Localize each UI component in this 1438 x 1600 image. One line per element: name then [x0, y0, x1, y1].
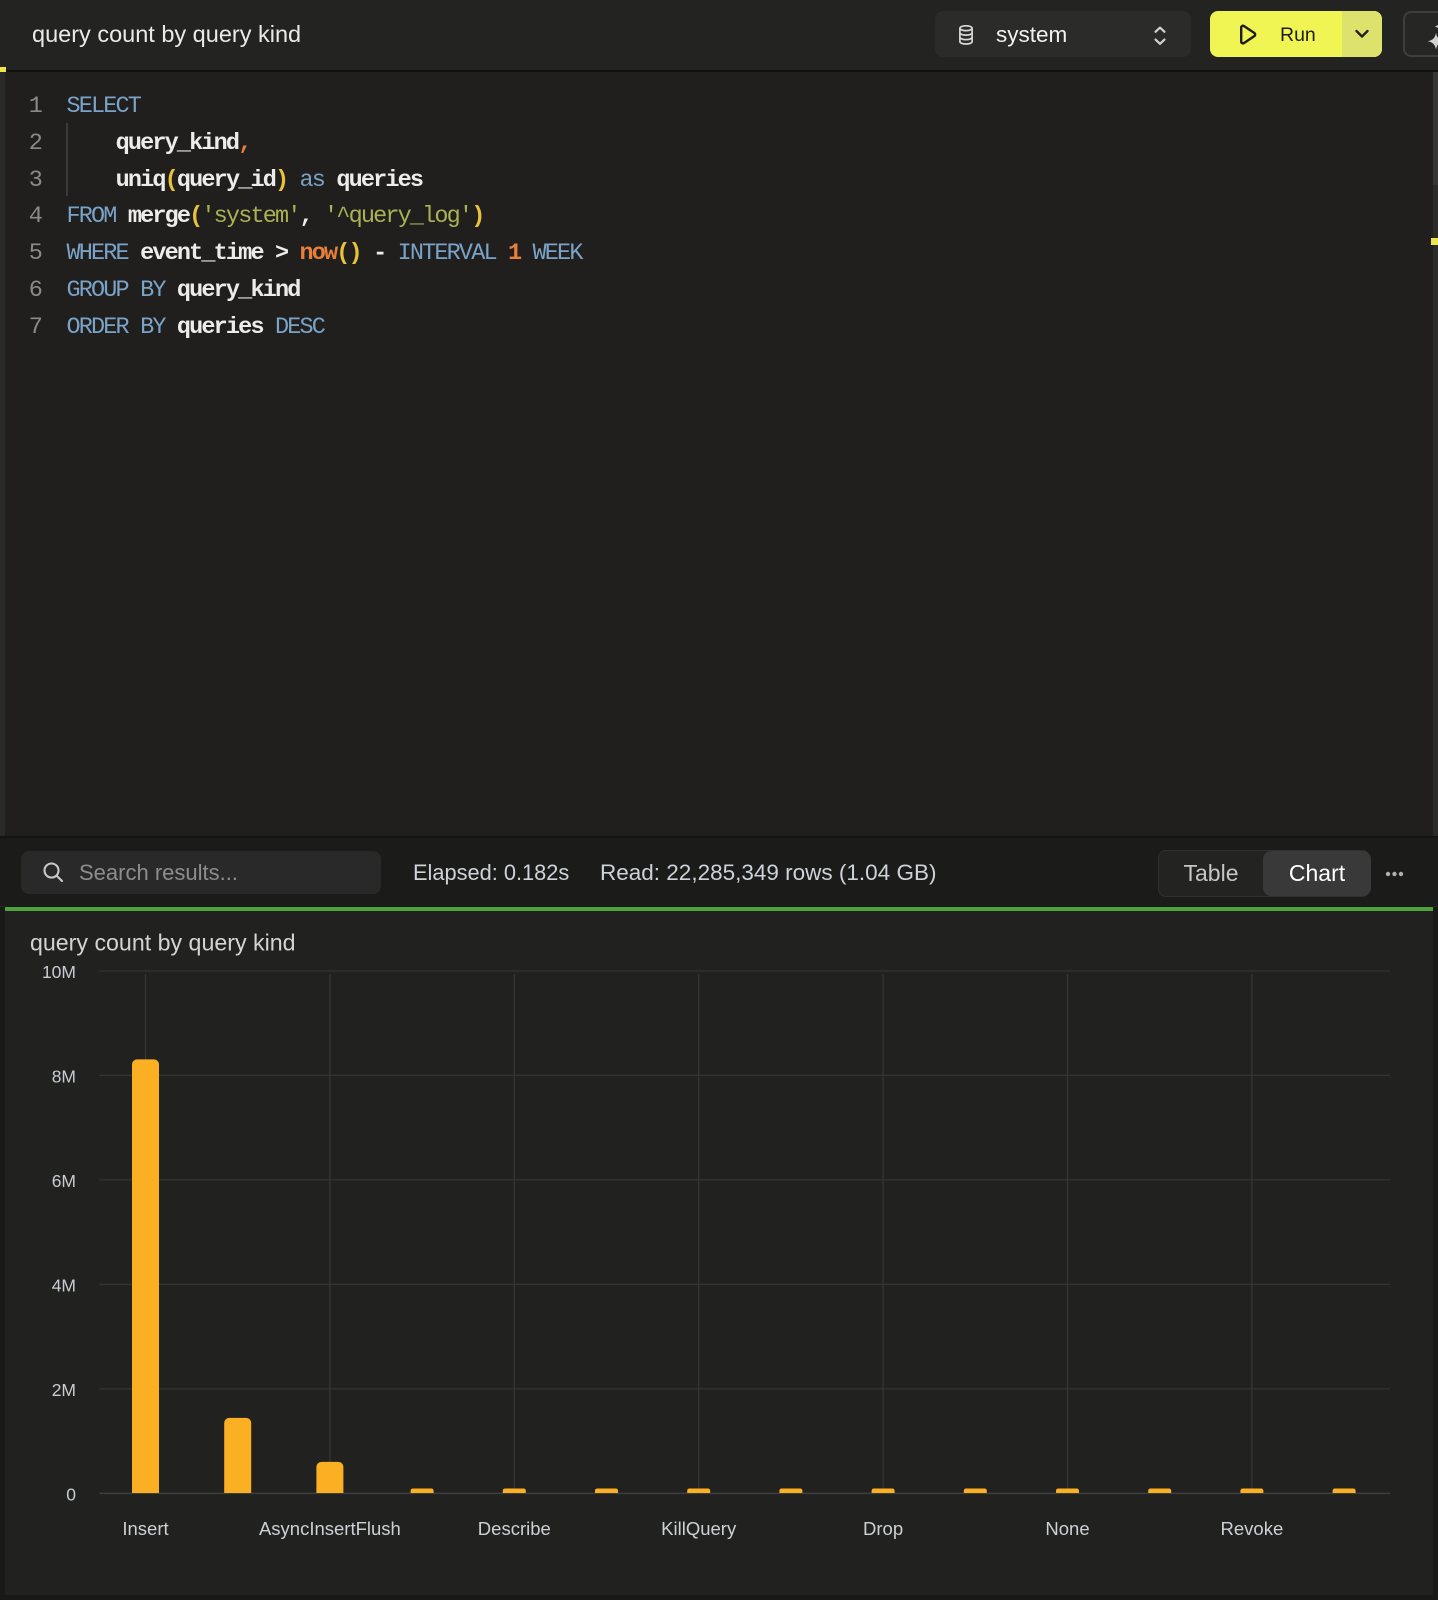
- svg-text:AsyncInsertFlush: AsyncInsertFlush: [259, 1518, 401, 1539]
- svg-text:Revoke: Revoke: [1221, 1518, 1284, 1539]
- svg-text:None: None: [1045, 1518, 1089, 1539]
- svg-text:6M: 6M: [52, 1171, 76, 1191]
- svg-text:Insert: Insert: [122, 1518, 168, 1539]
- svg-text:query count by query kind: query count by query kind: [30, 930, 296, 956]
- svg-text:2M: 2M: [52, 1380, 76, 1400]
- svg-text:Drop: Drop: [863, 1518, 903, 1539]
- svg-text:KillQuery: KillQuery: [661, 1518, 737, 1539]
- svg-text:0: 0: [66, 1484, 76, 1504]
- svg-text:Describe: Describe: [478, 1518, 551, 1539]
- svg-text:10M: 10M: [42, 962, 76, 982]
- svg-text:4M: 4M: [52, 1275, 76, 1295]
- svg-text:8M: 8M: [52, 1066, 76, 1086]
